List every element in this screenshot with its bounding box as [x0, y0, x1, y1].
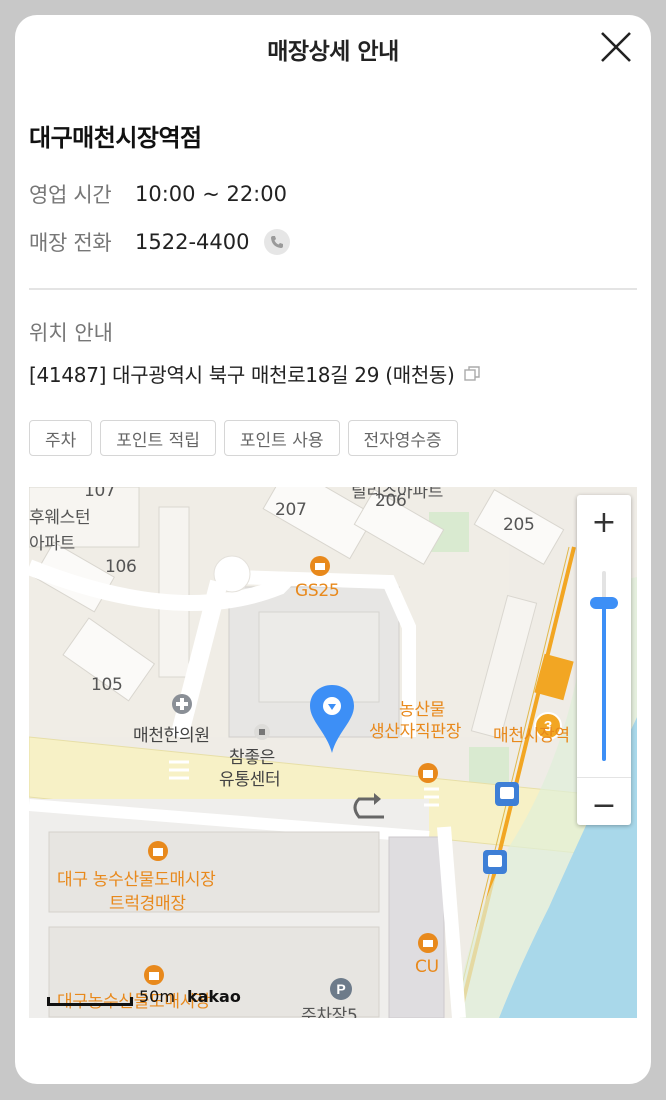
gs25-poi-icon	[310, 556, 330, 576]
zoom-level-fill	[602, 605, 606, 761]
store-map[interactable]: P 3 107 207 206 205 틸리스아파트 후웨스턴 아파트 106 …	[29, 487, 637, 1018]
modal-title: 매장상세 안내	[267, 39, 399, 65]
copy-icon[interactable]	[463, 365, 481, 383]
zoom-out-button[interactable]: −	[577, 777, 631, 832]
tag-parking: 주차	[29, 420, 93, 456]
map-label: 매천한의원	[133, 726, 210, 746]
service-tags: 주차 포인트 적립 포인트 사용 전자영수증	[29, 420, 458, 456]
map-label: 대구 농수산물도매시장	[57, 870, 216, 890]
wholesale-poi-icon	[148, 841, 168, 861]
map-label: GS25	[295, 581, 340, 601]
close-icon	[601, 32, 631, 62]
map-label: 주차장5	[301, 1006, 358, 1018]
map-label: CU	[415, 957, 439, 977]
phone-value: 1522-4400	[135, 230, 250, 254]
wholesale2-poi-icon	[144, 965, 164, 985]
parking-poi-icon: P	[330, 978, 352, 1000]
tag-point-earn: 포인트 적립	[100, 420, 216, 456]
bus-stop-icon	[495, 782, 519, 806]
close-button[interactable]	[599, 30, 633, 64]
call-button[interactable]	[264, 229, 291, 255]
hours-row: 영업 시간 10:00 ~ 22:00	[29, 179, 287, 209]
scale-label: 50m	[139, 987, 175, 1006]
map-label: 후웨스턴	[29, 508, 91, 528]
svg-text:P: P	[336, 981, 345, 997]
phone-label: 매장 전화	[29, 231, 112, 255]
store-name: 대구매천시장역점	[29, 124, 202, 152]
map-label: 트럭경매장	[109, 894, 186, 914]
hours-value: 10:00 ~ 22:00	[135, 182, 287, 206]
zoom-slider-handle[interactable]	[590, 597, 618, 609]
map-label: 매천시장역	[493, 726, 570, 746]
address-row: [41487] 대구광역시 북구 매천로18길 29 (매천동)	[29, 359, 481, 388]
bus-stop-icon	[483, 850, 507, 874]
modal-header: 매장상세 안내	[15, 15, 651, 81]
address-text: [41487] 대구광역시 북구 매천로18길 29 (매천동)	[29, 363, 455, 387]
hours-label: 영업 시간	[29, 183, 112, 207]
zoom-control: + −	[577, 495, 631, 825]
market-poi-icon	[418, 763, 438, 783]
cu-poi-icon	[418, 933, 438, 953]
map-label: 207	[275, 500, 307, 520]
tag-e-receipt: 전자영수증	[347, 420, 458, 456]
divider	[29, 288, 637, 290]
map-label: 205	[503, 515, 535, 535]
center-poi-icon	[254, 724, 270, 740]
tag-point-use: 포인트 사용	[223, 420, 340, 456]
map-label: 105	[91, 675, 123, 695]
phone-icon	[271, 236, 284, 248]
phone-row: 매장 전화 1522-4400	[29, 227, 291, 257]
location-pin-icon[interactable]	[307, 683, 357, 759]
kakao-logo: kakao	[186, 987, 241, 1006]
store-detail-modal: 매장상세 안내 대구매천시장역점 영업 시간 10:00 ~ 22:00 매장 …	[15, 15, 651, 1084]
map-label: 106	[105, 557, 137, 577]
map-label: 생산자직판장	[369, 722, 462, 742]
map-label: 틸리스아파트	[351, 487, 444, 502]
location-label: 위치 안내	[29, 321, 113, 345]
map-label: 유통센터	[219, 770, 281, 790]
map-label: 아파트	[29, 534, 76, 554]
map-label: 107	[84, 487, 116, 501]
map-scale: 50m kakao	[47, 987, 241, 1006]
clinic-poi-icon	[172, 694, 192, 714]
scale-bar	[47, 997, 133, 1006]
zoom-in-button[interactable]: +	[577, 495, 631, 549]
